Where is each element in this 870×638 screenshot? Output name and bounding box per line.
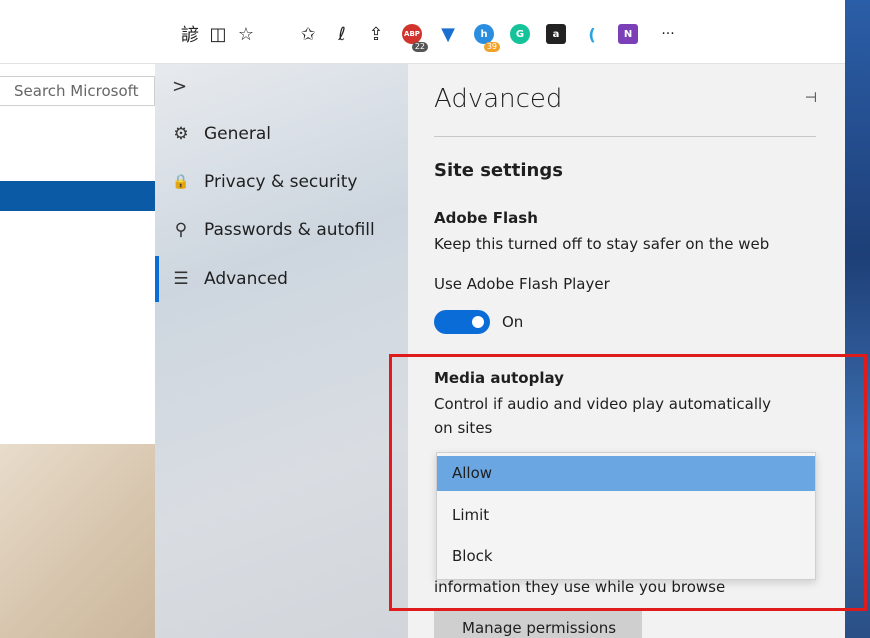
flash-heading: Adobe Flash [434, 209, 538, 227]
nav-item-advanced[interactable]: ☰ Advanced [155, 256, 408, 302]
toolbar-icons: 諺 ◫ ☆ ✩ ℓ ⇪ ABP 22 ▼ h 39 G a ( N ··· [176, 20, 682, 52]
nav-item-label: Privacy & security [204, 172, 358, 192]
favorites-list-icon[interactable]: ✩ [294, 20, 322, 48]
more-options-icon[interactable]: ··· [654, 20, 682, 48]
permissions-info-text: information they use while you browse [434, 578, 726, 596]
page-image [0, 444, 155, 638]
nav-item-privacy[interactable]: 🔒 Privacy & security [155, 164, 408, 200]
lock-icon: 🔒 [172, 174, 190, 190]
autoplay-heading: Media autoplay [434, 369, 564, 387]
onenote-logo: N [618, 24, 638, 44]
amazon-logo: a [546, 24, 566, 44]
settings-nav: > ⚙ General 🔒 Privacy & security ⚲ Passw… [155, 64, 408, 638]
mic-extension-icon[interactable]: ( [578, 20, 606, 48]
nav-item-label: Passwords & autofill [204, 220, 375, 240]
autoplay-description-line2: on sites [434, 419, 493, 437]
honey-extension-icon[interactable]: h 39 [470, 20, 500, 52]
honey-logo: h [474, 24, 494, 44]
site-settings-heading: Site settings [434, 160, 563, 181]
page-header-band [0, 181, 155, 211]
divider [434, 136, 816, 137]
share-icon[interactable]: ⇪ [362, 20, 390, 48]
onenote-extension-icon[interactable]: N [614, 20, 642, 48]
nav-item-label: General [204, 124, 271, 144]
grammarly-extension-icon[interactable]: G [506, 20, 534, 48]
book-icon[interactable]: ◫ [204, 20, 232, 48]
flash-toggle-state: On [502, 313, 524, 331]
pen-icon[interactable]: ℓ [328, 20, 356, 48]
search-input[interactable]: Search Microsoft [0, 76, 155, 106]
option-block[interactable]: Block [437, 539, 815, 574]
collapse-chevron-icon[interactable]: > [172, 76, 187, 97]
nav-item-label: Advanced [204, 269, 288, 289]
trophy-extension-icon[interactable]: ▼ [434, 20, 462, 48]
web-page: Search Microsoft [0, 64, 155, 638]
option-allow[interactable]: Allow [437, 456, 815, 491]
browser-toolbar: 諺 ◫ ☆ ✩ ℓ ⇪ ABP 22 ▼ h 39 G a ( N ··· [0, 0, 845, 64]
trophy-logo: ▼ [441, 23, 455, 45]
reading-view-icon[interactable]: 諺 [176, 20, 204, 48]
gear-icon: ⚙ [173, 124, 189, 144]
mic-logo: ( [588, 24, 596, 44]
pin-icon[interactable]: ⊣ [805, 90, 817, 106]
grammarly-logo: G [510, 24, 530, 44]
background-strip [845, 0, 870, 638]
adblock-badge: 22 [411, 42, 428, 52]
amazon-extension-icon[interactable]: a [542, 20, 570, 48]
honey-badge: 39 [483, 42, 500, 52]
manage-permissions-button[interactable]: Manage permissions [434, 610, 642, 638]
flash-toggle-label: Use Adobe Flash Player [434, 275, 610, 293]
flash-description: Keep this turned off to stay safer on th… [434, 235, 770, 253]
panel-title: Advanced [434, 84, 563, 114]
nav-item-general[interactable]: ⚙ General [155, 116, 408, 152]
settings-panel: Advanced ⊣ Site settings Adobe Flash Kee… [408, 64, 845, 638]
autoplay-description-line1: Control if audio and video play automati… [434, 395, 772, 413]
nav-item-passwords[interactable]: ⚲ Passwords & autofill [155, 212, 408, 248]
sliders-icon: ☰ [173, 269, 189, 289]
option-limit[interactable]: Limit [437, 498, 815, 533]
adblock-logo: ABP [402, 24, 422, 44]
flash-toggle[interactable] [434, 310, 490, 334]
key-icon: ⚲ [174, 220, 188, 240]
autoplay-dropdown[interactable]: Allow Limit Block [436, 452, 816, 580]
adblock-extension-icon[interactable]: ABP 22 [398, 20, 428, 52]
favorite-star-icon[interactable]: ☆ [232, 20, 260, 48]
